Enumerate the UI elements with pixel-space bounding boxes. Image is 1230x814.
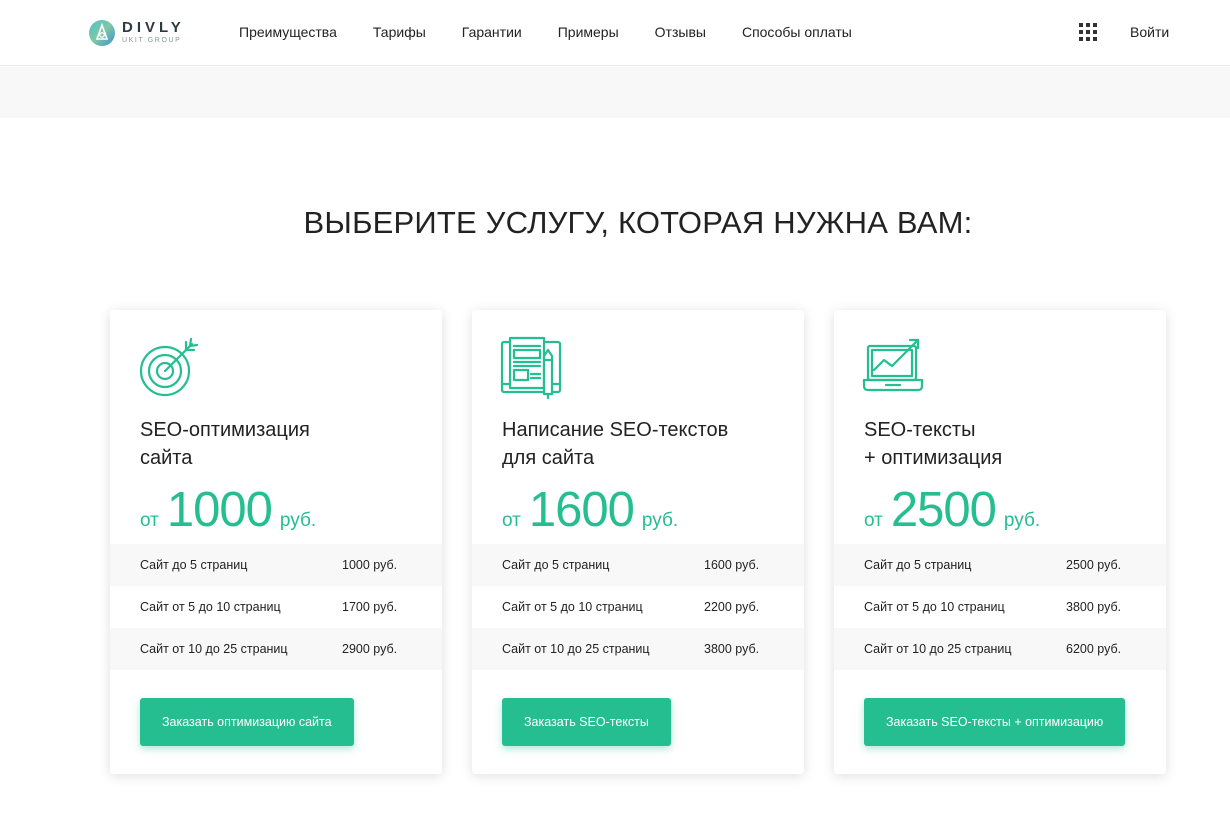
price-row: Сайт от 5 до 10 страниц 1700 руб.	[110, 586, 442, 628]
price-unit: руб.	[279, 510, 317, 531]
row-label: Сайт от 10 до 25 страниц	[864, 642, 1012, 656]
nav-link-examples[interactable]: Примеры	[558, 23, 619, 41]
price-table: Сайт до 5 страниц 1000 руб. Сайт от 5 до…	[110, 544, 442, 670]
row-price: 2900 руб.	[342, 642, 398, 656]
price-table: Сайт до 5 страниц 2500 руб. Сайт от 5 до…	[834, 544, 1166, 670]
card-title: Написание SEO-текстов для сайта	[502, 416, 792, 472]
row-label: Сайт до 5 страниц	[864, 558, 972, 572]
logo-subtitle: UKIT GROUP	[122, 37, 182, 44]
price-row: Сайт от 10 до 25 страниц 6200 руб.	[834, 628, 1166, 670]
row-label: Сайт от 10 до 25 страниц	[502, 642, 650, 656]
price-value: 2500	[890, 483, 997, 537]
price-from: от	[864, 510, 883, 531]
price-row: Сайт от 10 до 25 страниц 2900 руб.	[110, 628, 442, 670]
row-price: 3800 руб.	[1066, 600, 1122, 614]
price-row: Сайт до 5 страниц 2500 руб.	[834, 544, 1166, 586]
card-title-line: SEO-оптимизация	[140, 419, 310, 441]
login-link[interactable]: Войти	[1130, 23, 1169, 41]
section-title: ВЫБЕРИТЕ УСЛУГУ, КОТОРАЯ НУЖНА ВАМ:	[303, 205, 973, 240]
card-title-line: SEO-тексты	[864, 419, 976, 441]
main-nav: Преимущества Тарифы Гарантии Примеры Отз…	[239, 23, 888, 41]
card-title-line: сайта	[140, 447, 193, 469]
price-table: Сайт до 5 страниц 1600 руб. Сайт от 5 до…	[472, 544, 804, 670]
service-card-seo-optimization: SEO-оптимизация сайта от 1000 руб. Сайт …	[110, 310, 442, 774]
row-price: 2500 руб.	[1066, 558, 1122, 572]
nav-link-payment-methods[interactable]: Способы оплаты	[742, 23, 852, 41]
nav-link-advantages[interactable]: Преимущества	[239, 23, 337, 41]
price-row: Сайт от 5 до 10 страниц 3800 руб.	[834, 586, 1166, 628]
price-unit: руб.	[641, 510, 679, 531]
row-label: Сайт от 10 до 25 страниц	[140, 642, 288, 656]
row-label: Сайт до 5 страниц	[502, 558, 610, 572]
logo-link[interactable]: DIVLY UKIT GROUP	[88, 17, 198, 49]
laptop-growth-icon	[862, 338, 924, 392]
price-value: 1000	[166, 483, 273, 537]
apps-grid-icon[interactable]	[1079, 23, 1097, 41]
order-seo-texts-optimization-button[interactable]: Заказать SEO-тексты + оптимизацию	[864, 698, 1126, 746]
card-title-line: для сайта	[502, 447, 595, 469]
row-label: Сайт от 5 до 10 страниц	[502, 600, 643, 614]
row-price: 1700 руб.	[342, 600, 398, 614]
document-pencil-icon	[500, 336, 562, 400]
logo-text: DIVLY UKIT GROUP	[122, 20, 185, 46]
row-price: 2200 руб.	[704, 600, 760, 614]
service-card-seo-texts-optimization: SEO-тексты + оптимизация от 2500 руб. Са…	[834, 310, 1166, 774]
row-price: 1000 руб.	[342, 558, 398, 572]
price-from: от	[140, 510, 159, 531]
card-price: от 1600 руб.	[502, 482, 678, 538]
nav-link-reviews[interactable]: Отзывы	[655, 23, 706, 41]
order-seo-texts-button[interactable]: Заказать SEO-тексты	[502, 698, 671, 746]
row-label: Сайт от 5 до 10 страниц	[864, 600, 1005, 614]
row-label: Сайт до 5 страниц	[140, 558, 248, 572]
nav-link-guarantees[interactable]: Гарантии	[462, 23, 522, 41]
price-row: Сайт от 10 до 25 страниц 3800 руб.	[472, 628, 804, 670]
target-icon	[139, 337, 199, 397]
price-row: Сайт до 5 страниц 1000 руб.	[110, 544, 442, 586]
card-title: SEO-тексты + оптимизация	[864, 416, 1154, 472]
card-title-line: Написание SEO-текстов	[502, 419, 729, 441]
site-header: DIVLY UKIT GROUP Преимущества Тарифы Гар…	[0, 0, 1230, 66]
price-row: Сайт до 5 страниц 1600 руб.	[472, 544, 804, 586]
header-band	[0, 67, 1230, 118]
logo-icon	[89, 20, 115, 46]
card-price: от 1000 руб.	[140, 482, 316, 538]
nav-link-tariffs[interactable]: Тарифы	[373, 23, 426, 41]
row-price: 6200 руб.	[1066, 642, 1122, 656]
price-row: Сайт от 5 до 10 страниц 2200 руб.	[472, 586, 804, 628]
price-value: 1600	[528, 483, 635, 537]
logo-name: DIVLY	[122, 19, 185, 36]
row-price: 3800 руб.	[704, 642, 760, 656]
card-title-line: + оптимизация	[864, 447, 1003, 469]
card-price: от 2500 руб.	[864, 482, 1040, 538]
row-label: Сайт от 5 до 10 страниц	[140, 600, 281, 614]
card-title: SEO-оптимизация сайта	[140, 416, 430, 472]
order-optimization-button[interactable]: Заказать оптимизацию сайта	[140, 698, 354, 746]
service-card-seo-texts: Написание SEO-текстов для сайта от 1600 …	[472, 310, 804, 774]
price-unit: руб.	[1003, 510, 1041, 531]
price-from: от	[502, 510, 521, 531]
row-price: 1600 руб.	[704, 558, 760, 572]
